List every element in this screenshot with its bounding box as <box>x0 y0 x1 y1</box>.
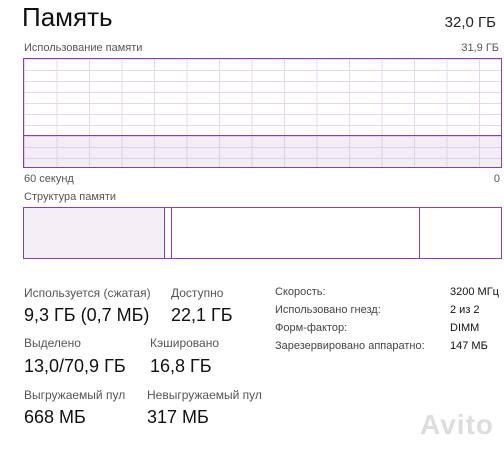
page-title: Память <box>22 2 113 32</box>
detail-value-reserved: 147 МБ <box>450 340 488 352</box>
available-value: 22,1 ГБ <box>171 305 233 325</box>
paged-pool-value: 668 МБ <box>24 407 86 427</box>
usage-graph-max: 31,9 ГБ <box>461 42 499 54</box>
detail-value-slots: 2 из 2 <box>450 304 480 316</box>
cached-value: 16,8 ГБ <box>150 356 212 376</box>
memory-structure-label: Структура памяти <box>24 191 117 203</box>
in-use-label: Используется (сжатая) <box>24 286 151 300</box>
in-use-value: 9,3 ГБ (0,7 МБ) <box>24 305 150 325</box>
memory-usage-graph <box>23 58 502 168</box>
usage-graph-label: Использование памяти <box>24 42 143 54</box>
available-label: Доступно <box>171 286 224 300</box>
detail-label-slots: Использовано гнезд: <box>275 304 381 316</box>
detail-label-speed: Скорость: <box>275 286 326 298</box>
committed-label: Выделено <box>24 336 81 350</box>
cached-label: Кэшировано <box>150 336 220 350</box>
graph-time-left: 60 секунд <box>24 173 74 185</box>
graph-time-right: 0 <box>493 173 500 185</box>
detail-label-form-factor: Форм-фактор: <box>275 322 348 334</box>
paged-pool-label: Выгружаемый пул <box>24 388 126 402</box>
detail-value-form-factor: DIMM <box>450 322 480 334</box>
avito-watermark: Avito <box>420 409 494 440</box>
committed-value: 13,0/70,9 ГБ <box>24 356 126 376</box>
nonpaged-pool-label: Невыгружаемый пул <box>147 388 262 402</box>
total-memory: 32,0 ГБ <box>444 14 496 31</box>
nonpaged-pool-value: 317 МБ <box>147 407 209 427</box>
structure-segment-standby <box>172 208 421 258</box>
memory-structure-bar <box>23 207 502 259</box>
structure-segment-free <box>420 208 501 258</box>
memory-usage-fill <box>24 134 501 167</box>
detail-value-speed: 3200 МГц <box>450 286 499 298</box>
structure-segment-used <box>24 208 165 258</box>
structure-segment-modified <box>165 208 173 258</box>
detail-label-reserved: Зарезервировано аппаратно: <box>275 340 425 352</box>
